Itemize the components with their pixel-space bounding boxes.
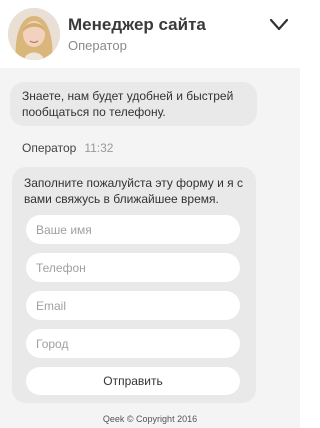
message-bubble: Знаете, нам будет удобней и быстрей пооб… [10, 82, 257, 126]
submit-button[interactable]: Отправить [26, 367, 240, 395]
form-instructions: Заполните пожалуйста эту форму и я с вам… [24, 176, 243, 206]
city-input[interactable] [26, 329, 240, 358]
phone-input[interactable] [26, 253, 240, 282]
chat-title: Менеджер сайта [68, 15, 206, 34]
sender-name: Оператор [22, 141, 77, 155]
avatar [8, 8, 60, 60]
chat-subtitle: Оператор [68, 38, 127, 53]
email-input[interactable] [26, 291, 240, 320]
operator-photo [8, 8, 60, 60]
chat-header: Менеджер сайта Оператор [0, 0, 300, 68]
message-time: 11:32 [84, 141, 114, 155]
chevron-down-icon[interactable] [266, 12, 292, 38]
chat-body[interactable]: Знаете, нам будет удобней и быстрей пооб… [0, 68, 300, 428]
name-input[interactable] [26, 215, 240, 244]
contact-form-bubble: Заполните пожалуйста эту форму и я с вам… [12, 167, 256, 403]
message-text: Знаете, нам будет удобней и быстрей пооб… [22, 89, 234, 119]
copyright-footer: Qeek © Copyright 2016 [102, 414, 198, 424]
message-meta: Оператор 11:32 [22, 141, 113, 155]
